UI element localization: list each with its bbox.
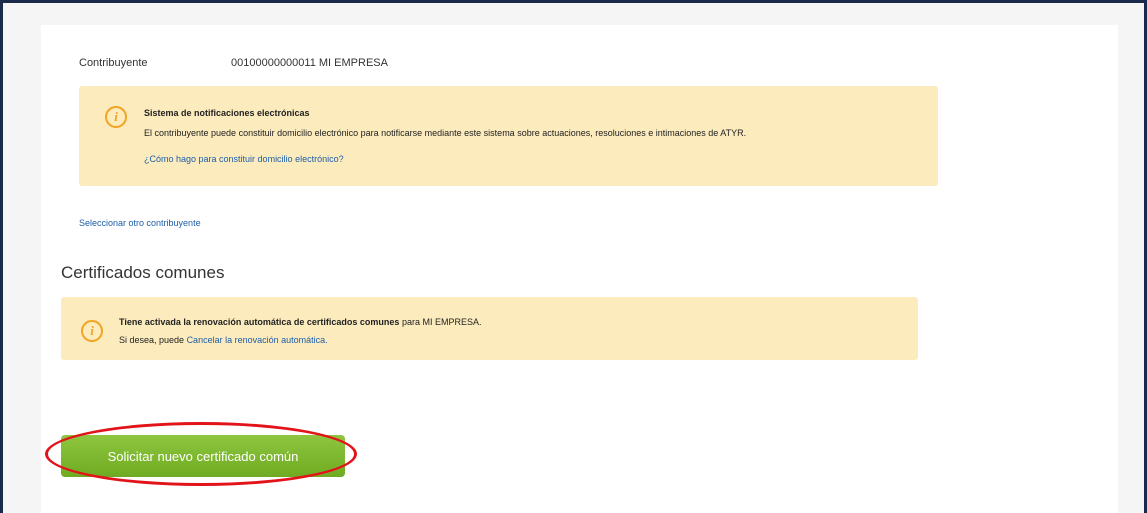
contribuyente-value: 00100000000011 MI EMPRESA <box>231 57 388 69</box>
info-icon: i <box>81 320 103 342</box>
renovacion-line2-prefix: Si desea, puede <box>119 335 187 345</box>
renovacion-line2: Si desea, puede Cancelar la renovación a… <box>119 335 328 345</box>
renovacion-alert: i Tiene activada la renovación automátic… <box>61 297 918 360</box>
section-title: Certificados comunes <box>61 263 225 282</box>
renovacion-bold-text: Tiene activada la renovación automática … <box>119 317 400 327</box>
info-icon: i <box>105 106 127 128</box>
renovacion-after-text: para MI EMPRESA. <box>399 317 482 327</box>
select-other-contribuyente-link[interactable]: Seleccionar otro contribuyente <box>79 218 201 228</box>
contribuyente-label: Contribuyente <box>79 57 148 69</box>
cancel-renovacion-link[interactable]: Cancelar la renovación automática. <box>187 335 328 345</box>
request-certificate-button[interactable]: Solicitar nuevo certificado común <box>61 435 345 477</box>
alert-body: El contribuyente puede constituir domici… <box>144 128 747 138</box>
domicilio-help-link[interactable]: ¿Cómo hago para constituir domicilio ele… <box>144 154 344 164</box>
renovacion-line1: Tiene activada la renovación automática … <box>119 317 481 327</box>
notificaciones-alert: i Sistema de notificaciones electrónicas… <box>79 86 938 186</box>
alert-title: Sistema de notificaciones electrónicas <box>144 108 310 118</box>
